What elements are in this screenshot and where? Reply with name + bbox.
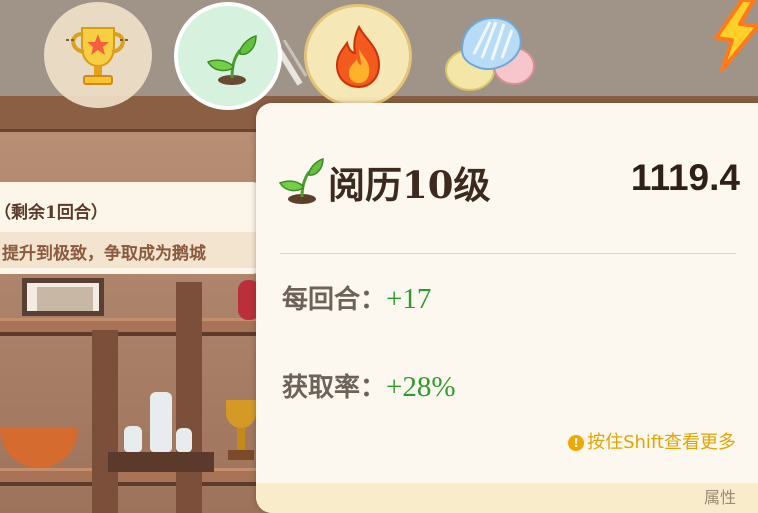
vase [150, 392, 172, 452]
per-round-label: 每回合： [282, 285, 387, 315]
fire-icon [335, 25, 381, 89]
attribute-tag: 属性 [703, 488, 736, 507]
sprout-resource-button[interactable] [174, 2, 282, 110]
shells-icon [445, 16, 535, 91]
shelf-post [176, 282, 202, 513]
experience-value: 1119.4 [630, 157, 740, 198]
info-icon: ! [568, 435, 585, 451]
shift-hint-text: 按住Shift查看更多 [587, 432, 736, 453]
shelf-board [0, 318, 260, 336]
quest-remaining-rounds: （剩余1回合） [0, 203, 108, 223]
energy-resource-button[interactable] [708, 0, 758, 72]
per-round-stat: 每回合：+17 [282, 279, 431, 316]
per-round-value: +17 [386, 283, 432, 315]
picture-frame [22, 278, 104, 316]
quest-description: 提升到极致，争取成为鹅城 [2, 244, 206, 264]
lightning-icon [714, 0, 758, 72]
gain-rate-stat: 获取率：+28% [282, 367, 456, 404]
vase [176, 428, 192, 452]
sprout-icon [206, 35, 257, 85]
fire-resource-button[interactable] [304, 4, 412, 108]
gain-rate-label: 获取率： [282, 373, 387, 403]
trophy-resource-button[interactable] [44, 2, 152, 108]
sprout-icon [278, 158, 324, 204]
trophy-icon [66, 27, 130, 85]
vase [124, 426, 142, 452]
divider [280, 253, 736, 254]
experience-tooltip: 阅历10级 1119.4 每回合：+17 获取率：+28% ! 按住Shift查看… [256, 103, 758, 513]
shelf-post [92, 330, 118, 513]
wooden-box [108, 452, 214, 472]
shift-hint: ! 按住Shift查看更多 [568, 428, 736, 454]
gain-rate-value: +28% [386, 371, 456, 403]
shells-resource-button[interactable] [444, 14, 536, 94]
shelf-trophy [224, 400, 258, 462]
level-title: 阅历10级 [328, 163, 491, 207]
tooltip-footer [256, 483, 758, 513]
